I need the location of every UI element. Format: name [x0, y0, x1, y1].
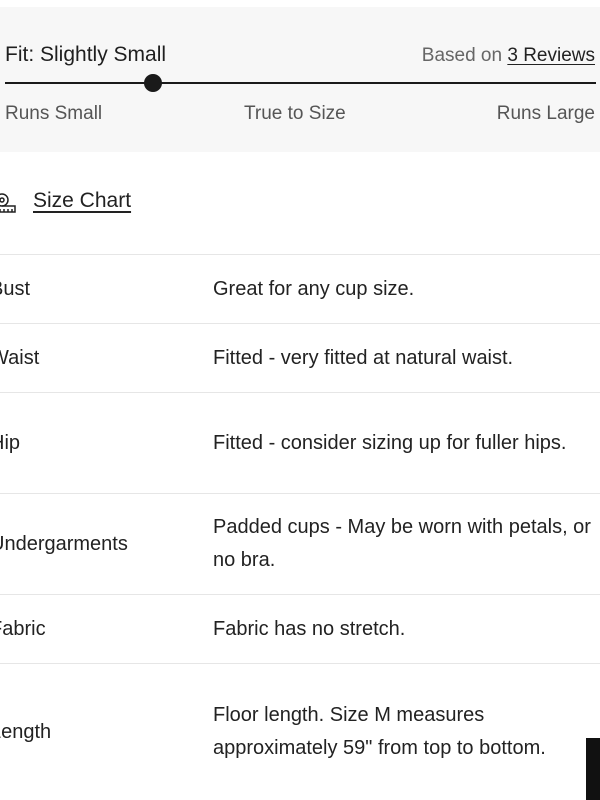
- attribute-row-undergarments: Undergarments Padded cups - May be worn …: [0, 493, 600, 594]
- based-on-prefix: Based on: [421, 45, 508, 66]
- attribute-value: Floor length. Size M measures approximat…: [213, 704, 546, 759]
- attribute-label: Length: [0, 720, 52, 743]
- attribute-row-length: Length Floor length. Size M measures app…: [0, 663, 600, 800]
- fit-attributes-table: Bust Great for any cup size. Waist Fitte…: [0, 254, 600, 800]
- scale-label-true-to-size: True to Size: [244, 103, 346, 124]
- attribute-label: Waist: [0, 346, 40, 369]
- fit-scale-marker[interactable]: [143, 74, 162, 92]
- attribute-row-bust: Bust Great for any cup size.: [0, 254, 600, 323]
- attribute-row-hip: Hip Fitted - consider sizing up for full…: [0, 392, 600, 493]
- scale-label-runs-large: Runs Large: [496, 103, 595, 124]
- attribute-value: Great for any cup size.: [213, 277, 415, 300]
- fit-based-on: Based on 3 Reviews: [422, 45, 595, 67]
- edge-overlay-button[interactable]: [586, 738, 600, 800]
- attribute-label: Fabric: [0, 617, 46, 640]
- fit-title: Fit: Slightly Small: [5, 43, 167, 66]
- size-chart-link[interactable]: Size Chart: [33, 189, 131, 213]
- attribute-row-fabric: Fabric Fabric has no stretch.: [0, 594, 600, 663]
- attribute-value: Padded cups - May be worn with petals, o…: [213, 516, 591, 571]
- attribute-value: Fitted - very fitted at natural waist.: [213, 346, 514, 369]
- attribute-value: Fabric has no stretch.: [213, 617, 406, 640]
- attribute-row-waist: Waist Fitted - very fitted at natural wa…: [0, 323, 600, 392]
- size-chart-row[interactable]: Size Chart: [0, 182, 300, 222]
- fit-panel: Fit: Slightly Small Based on 3 Reviews R…: [0, 7, 600, 152]
- ruler-icon: [0, 193, 16, 213]
- fit-scale-track: [5, 82, 596, 84]
- reviews-link[interactable]: 3 Reviews: [507, 45, 595, 66]
- attribute-label: Undergarments: [0, 532, 128, 555]
- attribute-label: Bust: [0, 277, 31, 300]
- attribute-value: Fitted - consider sizing up for fuller h…: [213, 431, 567, 454]
- scale-label-runs-small: Runs Small: [5, 103, 103, 124]
- attribute-label: Hip: [0, 431, 21, 454]
